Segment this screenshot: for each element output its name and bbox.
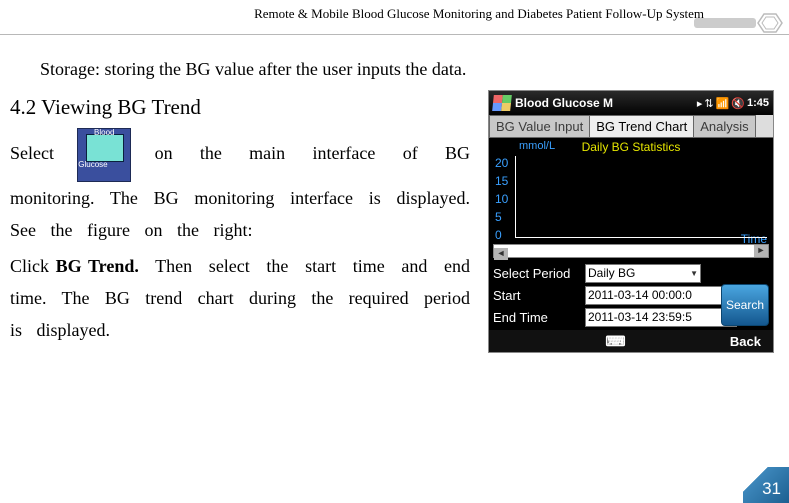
scroll-right-icon[interactable]: ► [754, 245, 768, 257]
paragraph-2: Click BG Trend. Then select the start ti… [10, 250, 470, 346]
signal-icon: 📶 [716, 97, 730, 110]
p2-bold: BG Trend. [56, 256, 139, 276]
p2-before: Click [10, 256, 56, 276]
tab-analysis[interactable]: Analysis [693, 115, 755, 137]
hex-icon [757, 12, 783, 34]
page-number: 31 [762, 479, 781, 499]
period-select[interactable]: Daily BG ▼ [585, 264, 701, 283]
tab-bar: BG Value Input BG Trend Chart Analysis [489, 115, 773, 138]
clock: 1:45 [747, 97, 769, 109]
blood-glucose-icon-label: Blood Glucose [78, 117, 130, 181]
tab-bg-value-input[interactable]: BG Value Input [489, 115, 590, 137]
windows-start-icon[interactable] [492, 95, 512, 111]
scroll-left-icon[interactable]: ◄ [494, 248, 508, 260]
softkey-bar: ⌨ Back [489, 330, 773, 352]
y-axis-line [515, 156, 516, 238]
device-titlebar: Blood Glucose M ▸ ⇅ 📶 🔇 1:45 [489, 91, 773, 115]
controls-panel: Select Period Daily BG ▼ Start 2011-03-1… [489, 260, 773, 330]
start-label: Start [493, 288, 579, 303]
device-title: Blood Glucose M [515, 96, 613, 110]
period-label: Select Period [493, 266, 579, 281]
header-decoration [694, 10, 789, 34]
ytick-0: 0 [495, 228, 502, 242]
tab-bg-trend-chart[interactable]: BG Trend Chart [589, 115, 694, 137]
ytick-20: 20 [495, 156, 508, 170]
page-header-title: Remote & Mobile Blood Glucose Monitoring… [254, 6, 704, 22]
end-value: 2011-03-14 23:59:5 [588, 310, 692, 324]
chart-scrollbar[interactable]: ◄ ► [493, 244, 769, 258]
paragraph-1: Select Blood Glucose on the main interfa… [10, 128, 470, 246]
ytick-15: 15 [495, 174, 508, 188]
device-screenshot: Blood Glucose M ▸ ⇅ 📶 🔇 1:45 BG Value In… [488, 90, 774, 353]
keyboard-icon[interactable]: ⌨ [605, 333, 625, 350]
p1-before: Select [10, 143, 54, 163]
end-datetime[interactable]: 2011-03-14 23:59:5 ▼ [585, 308, 737, 327]
back-button[interactable]: Back [730, 334, 761, 349]
network-icon: ⇅ [704, 97, 713, 110]
start-datetime[interactable]: 2011-03-14 00:00:0 ▼ [585, 286, 737, 305]
end-label: End Time [493, 310, 579, 325]
status-icon: ▸ [697, 97, 703, 110]
period-value: Daily BG [588, 266, 635, 280]
speaker-icon: 🔇 [731, 97, 745, 110]
search-button[interactable]: Search [721, 284, 769, 326]
start-value: 2011-03-14 00:00:0 [588, 288, 692, 302]
y-axis-unit: mmol/L [519, 140, 555, 152]
blood-glucose-icon: Blood Glucose [77, 128, 131, 182]
ytick-5: 5 [495, 210, 502, 224]
chart-area: Daily BG Statistics mmol/L Time 20 15 10… [489, 138, 773, 260]
x-axis-line [515, 237, 767, 238]
ytick-10: 10 [495, 192, 508, 206]
chevron-down-icon: ▼ [690, 269, 698, 278]
storage-text: Storage: storing the BG value after the … [40, 53, 774, 85]
